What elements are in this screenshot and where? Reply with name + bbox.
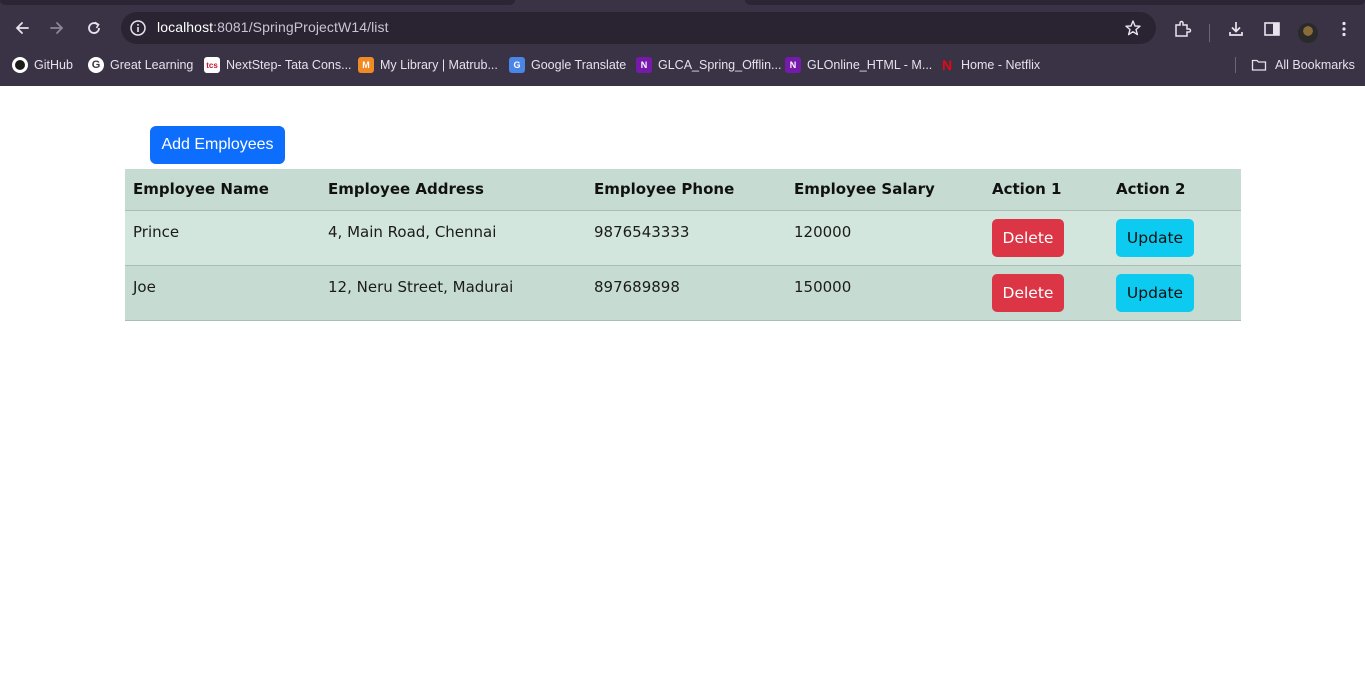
toolbar-divider [1209, 24, 1210, 42]
header-employee-phone: Employee Phone [586, 169, 786, 211]
bookmark-github[interactable]: GitHub [12, 55, 73, 75]
reload-button[interactable] [80, 14, 108, 42]
cell-salary: 150000 [786, 265, 984, 321]
header-action-1: Action 1 [984, 169, 1108, 211]
bookmark-nextstep[interactable]: tcs NextStep- Tata Cons... [204, 55, 352, 75]
google-translate-icon: G [509, 57, 525, 73]
matrubharti-icon: M [358, 57, 374, 73]
bookmark-label: GLCA_Spring_Offlin... [658, 58, 782, 72]
cell-address: 12, Neru Street, Madurai [320, 265, 586, 321]
table-row: Prince 4, Main Road, Chennai 9876543333 … [125, 210, 1241, 266]
cell-name: Prince [125, 210, 320, 266]
onenote-icon: N [785, 57, 801, 73]
update-button[interactable]: Update [1116, 218, 1194, 257]
bookmark-label: NextStep- Tata Cons... [226, 58, 352, 72]
update-button[interactable]: Update [1116, 273, 1194, 312]
bookmark-netflix[interactable]: N Home - Netflix [939, 55, 1040, 75]
tab-strip-right [745, 0, 1365, 5]
header-employee-salary: Employee Salary [786, 169, 984, 211]
table-row: Joe 12, Neru Street, Madurai 897689898 1… [125, 265, 1241, 321]
bookmark-glca-spring[interactable]: N GLCA_Spring_Offlin... [636, 55, 781, 75]
address-bar[interactable]: localhost:8081/SpringProjectW14/list [121, 12, 1156, 44]
all-bookmarks-button[interactable]: All Bookmarks [1251, 55, 1355, 75]
folder-icon [1251, 59, 1267, 71]
github-icon [12, 57, 28, 73]
browser-chrome: localhost:8081/SpringProjectW14/list Git… [0, 0, 1365, 86]
cell-salary: 120000 [786, 210, 984, 266]
bookmarks-divider [1235, 57, 1236, 73]
table-header-row: Employee Name Employee Address Employee … [125, 169, 1241, 211]
bookmark-google-translate[interactable]: G Google Translate [509, 55, 626, 75]
header-employee-name: Employee Name [125, 169, 320, 211]
delete-button[interactable]: Delete [992, 218, 1064, 257]
bookmark-label: Great Learning [110, 58, 194, 72]
cell-action-1: Delete [984, 265, 1108, 321]
downloads-button[interactable] [1226, 19, 1246, 39]
cell-phone: 897689898 [586, 265, 786, 321]
reload-icon [88, 21, 100, 34]
bookmark-my-library[interactable]: M My Library | Matrub... [358, 55, 498, 75]
bookmark-label: Home - Netflix [961, 58, 1041, 72]
employee-table: Employee Name Employee Address Employee … [125, 169, 1241, 321]
back-arrow-icon [15, 22, 29, 34]
puzzle-icon [1175, 20, 1192, 37]
bookmark-star-icon[interactable] [1124, 19, 1142, 37]
kebab-menu-icon [1342, 21, 1346, 37]
menu-button[interactable] [1334, 19, 1354, 39]
side-panel-button[interactable] [1262, 19, 1282, 39]
header-employee-address: Employee Address [320, 169, 586, 211]
cell-name: Joe [125, 265, 320, 321]
forward-arrow-icon [50, 22, 64, 34]
download-icon [1229, 22, 1243, 36]
cell-action-2: Update [1108, 210, 1241, 266]
bookmarks-bar: GitHub G Great Learning tcs NextStep- Ta… [0, 52, 1365, 78]
cell-phone: 9876543333 [586, 210, 786, 266]
cell-action-1: Delete [984, 210, 1108, 266]
extensions-button[interactable] [1172, 19, 1192, 39]
cell-address: 4, Main Road, Chennai [320, 210, 586, 266]
delete-button[interactable]: Delete [992, 273, 1064, 312]
forward-button[interactable] [43, 14, 71, 42]
cell-action-2: Update [1108, 265, 1241, 321]
bookmark-great-learning[interactable]: G Great Learning [88, 55, 193, 75]
onenote-icon: N [636, 57, 652, 73]
bookmark-label: My Library | Matrub... [380, 58, 498, 72]
bookmark-label: GitHub [34, 58, 73, 72]
header-action-2: Action 2 [1108, 169, 1241, 211]
bookmark-label: Google Translate [531, 58, 627, 72]
all-bookmarks-label: All Bookmarks [1275, 58, 1355, 72]
url-text[interactable]: localhost:8081/SpringProjectW14/list [157, 19, 389, 35]
browser-toolbar: localhost:8081/SpringProjectW14/list [0, 6, 1365, 50]
site-info-icon[interactable] [129, 19, 147, 37]
bookmark-glonline-html[interactable]: N GLOnline_HTML - M... [785, 55, 932, 75]
bookmark-label: GLOnline_HTML - M... [807, 58, 933, 72]
profile-avatar[interactable] [1298, 23, 1318, 43]
side-panel-icon [1264, 22, 1280, 36]
add-employees-button[interactable]: Add Employees [150, 126, 285, 164]
netflix-icon: N [941, 57, 953, 73]
tab-strip-left [0, 0, 515, 5]
url-path: :8081/SpringProjectW14/list [213, 19, 389, 35]
google-icon: G [88, 57, 104, 73]
back-button[interactable] [8, 14, 36, 42]
tcs-icon: tcs [204, 57, 220, 73]
url-host: localhost [157, 19, 214, 35]
